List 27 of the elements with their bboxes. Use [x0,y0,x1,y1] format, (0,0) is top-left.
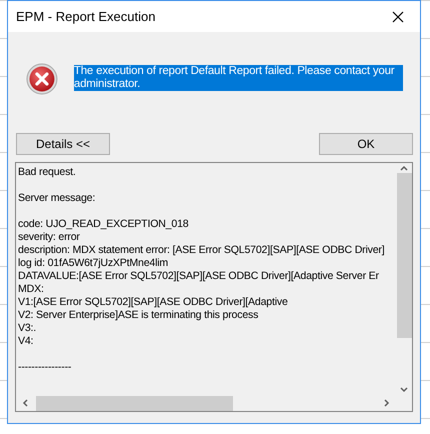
details-line: severity: error [18,231,81,244]
close-icon [392,10,404,22]
error-message: The execution of report Default Report failed. Please contact your administrator. [74,65,403,91]
scroll-left-icon[interactable] [20,398,30,408]
details-line: V3:. [18,322,38,335]
details-line: log id: 01fA5W6t7jUzXPtMne4lim [18,257,170,270]
ok-button[interactable]: OK [319,133,413,155]
details-line: V1:[ASE Error SQL5702][SAP][ASE ODBC Driver][Adaptive [18,296,289,309]
details-line: DATAVALUE:[ASE Error SQL5702][SAP][ASE ODBC Driver][Adaptive Server Er [18,270,380,283]
scroll-down-icon[interactable] [399,385,409,395]
details-line: description: MDX statement error: [ASE Error SQL5702][SAP][ASE ODBC Driver] [18,244,386,257]
details-button[interactable]: Details << [16,133,110,155]
vertical-scrollbar[interactable] [396,163,412,395]
scroll-up-icon[interactable] [399,163,409,173]
details-line: V2: Server Enterprise]ASE is terminating this process [18,309,260,322]
window-title: EPM - Report Execution [16,9,156,24]
details-line: Server message: [18,192,96,205]
details-line: V4: [18,335,34,348]
details-line: MDX: [18,283,45,296]
details-line: code: UJO_READ_EXCEPTION_018 [18,218,190,231]
scrollbar-thumb[interactable] [36,396,233,410]
scrollbar-thumb[interactable] [396,173,412,338]
error-icon [26,63,58,95]
scroll-right-icon[interactable] [382,398,392,408]
details-line: Bad request. [18,166,77,179]
details-text-area[interactable] [15,162,413,412]
details-line: ---------------- [18,361,72,374]
